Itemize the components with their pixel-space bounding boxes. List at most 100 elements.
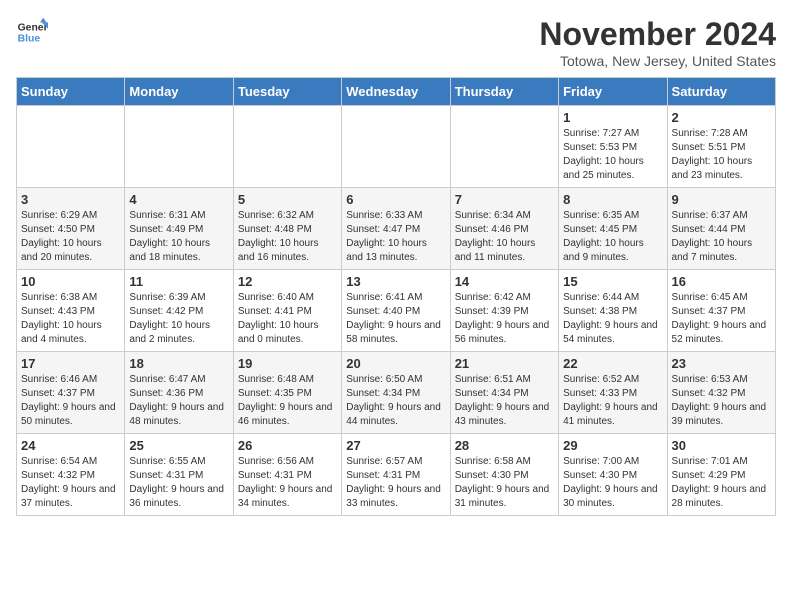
day-cell: 21 Sunrise: 6:51 AM Sunset: 4:34 PM Dayli… [450,352,558,434]
day-number: 3 [21,192,120,207]
week-row-4: 17Sunrise: 6:46 AM Sunset: 4:37 PM Dayli… [17,352,776,434]
day-info: Sunrise: 6:54 AM Sunset: 4:32 PM Dayligh… [21,455,120,511]
day-info: Sunrise: 6:48 AM Sunset: 4:35 PM Dayligh… [238,373,337,429]
day-cell: 1 Sunrise: 7:27 AM Sunset: 5:53 PM Daylig… [559,106,667,188]
day-cell: 16Sunrise: 6:45 AM Sunset: 4:37 PM Dayli… [667,270,775,352]
day-number: 14 [455,274,554,289]
week-row-3: 10 Sunrise: 6:38 AM Sunset: 4:43 PM Dayli… [17,270,776,352]
day-cell: 20Sunrise: 6:50 AM Sunset: 4:34 PM Dayli… [342,352,450,434]
day-cell: 23 Sunrise: 6:53 AM Sunset: 4:32 PM Dayli… [667,352,775,434]
day-number: 15 [563,274,662,289]
day-cell: 12 Sunrise: 6:40 AM Sunset: 4:41 PM Dayli… [233,270,341,352]
day-cell: 10 Sunrise: 6:38 AM Sunset: 4:43 PM Dayli… [17,270,125,352]
day-info: Sunrise: 6:47 AM Sunset: 4:36 PM Dayligh… [129,373,228,429]
day-number: 19 [238,356,337,371]
day-cell [450,106,558,188]
day-info: Sunrise: 7:28 AM Sunset: 5:51 PM Dayligh… [672,127,771,183]
day-cell: 4Sunrise: 6:31 AM Sunset: 4:49 PM Daylig… [125,188,233,270]
day-cell [125,106,233,188]
day-number: 30 [672,438,771,453]
day-info: Sunrise: 6:33 AM Sunset: 4:47 PM Dayligh… [346,209,445,265]
day-number: 12 [238,274,337,289]
day-number: 18 [129,356,228,371]
day-info: Sunrise: 6:51 AM Sunset: 4:34 PM Dayligh… [455,373,554,429]
day-info: Sunrise: 6:40 AM Sunset: 4:41 PM Dayligh… [238,291,337,347]
day-info: Sunrise: 6:29 AM Sunset: 4:50 PM Dayligh… [21,209,120,265]
column-header-wednesday: Wednesday [342,78,450,106]
day-cell: 28Sunrise: 6:58 AM Sunset: 4:30 PM Dayli… [450,434,558,516]
day-info: Sunrise: 7:27 AM Sunset: 5:53 PM Dayligh… [563,127,662,183]
day-cell: 18 Sunrise: 6:47 AM Sunset: 4:36 PM Dayli… [125,352,233,434]
day-info: Sunrise: 6:35 AM Sunset: 4:45 PM Dayligh… [563,209,662,265]
day-cell: 29Sunrise: 7:00 AM Sunset: 4:30 PM Dayli… [559,434,667,516]
title-section: November 2024 Totowa, New Jersey, United… [539,16,776,69]
day-info: Sunrise: 6:52 AM Sunset: 4:33 PM Dayligh… [563,373,662,429]
column-header-sunday: Sunday [17,78,125,106]
day-number: 2 [672,110,771,125]
day-number: 25 [129,438,228,453]
day-number: 6 [346,192,445,207]
day-info: Sunrise: 6:53 AM Sunset: 4:32 PM Dayligh… [672,373,771,429]
day-cell: 2 Sunrise: 7:28 AM Sunset: 5:51 PM Daylig… [667,106,775,188]
day-info: Sunrise: 6:57 AM Sunset: 4:31 PM Dayligh… [346,455,445,511]
day-cell: 13Sunrise: 6:41 AM Sunset: 4:40 PM Dayli… [342,270,450,352]
day-number: 27 [346,438,445,453]
day-number: 8 [563,192,662,207]
day-number: 24 [21,438,120,453]
header-row: SundayMondayTuesdayWednesdayThursdayFrid… [17,78,776,106]
day-info: Sunrise: 6:55 AM Sunset: 4:31 PM Dayligh… [129,455,228,511]
day-info: Sunrise: 6:32 AM Sunset: 4:48 PM Dayligh… [238,209,337,265]
day-cell: 22Sunrise: 6:52 AM Sunset: 4:33 PM Dayli… [559,352,667,434]
day-cell: 30 Sunrise: 7:01 AM Sunset: 4:29 PM Dayli… [667,434,775,516]
day-info: Sunrise: 7:01 AM Sunset: 4:29 PM Dayligh… [672,455,771,511]
day-number: 5 [238,192,337,207]
day-cell: 15 Sunrise: 6:44 AM Sunset: 4:38 PM Dayli… [559,270,667,352]
day-number: 1 [563,110,662,125]
day-cell: 25 Sunrise: 6:55 AM Sunset: 4:31 PM Dayli… [125,434,233,516]
week-row-5: 24 Sunrise: 6:54 AM Sunset: 4:32 PM Dayli… [17,434,776,516]
day-number: 10 [21,274,120,289]
day-number: 4 [129,192,228,207]
svg-text:Blue: Blue [18,34,41,45]
day-number: 16 [672,274,771,289]
logo-icon: General Blue [16,16,48,48]
day-cell: 7 Sunrise: 6:34 AM Sunset: 4:46 PM Daylig… [450,188,558,270]
day-cell: 6 Sunrise: 6:33 AM Sunset: 4:47 PM Daylig… [342,188,450,270]
week-row-2: 3 Sunrise: 6:29 AM Sunset: 4:50 PM Daylig… [17,188,776,270]
day-number: 7 [455,192,554,207]
day-info: Sunrise: 6:34 AM Sunset: 4:46 PM Dayligh… [455,209,554,265]
column-header-tuesday: Tuesday [233,78,341,106]
day-number: 21 [455,356,554,371]
day-info: Sunrise: 6:37 AM Sunset: 4:44 PM Dayligh… [672,209,771,265]
day-cell: 3 Sunrise: 6:29 AM Sunset: 4:50 PM Daylig… [17,188,125,270]
day-cell: 17Sunrise: 6:46 AM Sunset: 4:37 PM Dayli… [17,352,125,434]
day-cell: 14 Sunrise: 6:42 AM Sunset: 4:39 PM Dayli… [450,270,558,352]
location-title: Totowa, New Jersey, United States [539,53,776,69]
day-info: Sunrise: 6:44 AM Sunset: 4:38 PM Dayligh… [563,291,662,347]
day-cell: 11 Sunrise: 6:39 AM Sunset: 4:42 PM Dayli… [125,270,233,352]
day-cell: 27 Sunrise: 6:57 AM Sunset: 4:31 PM Dayli… [342,434,450,516]
header: General Blue November 2024 Totowa, New J… [16,16,776,69]
day-info: Sunrise: 6:39 AM Sunset: 4:42 PM Dayligh… [129,291,228,347]
day-info: Sunrise: 7:00 AM Sunset: 4:30 PM Dayligh… [563,455,662,511]
logo: General Blue [16,16,48,48]
day-number: 23 [672,356,771,371]
day-cell [17,106,125,188]
day-number: 9 [672,192,771,207]
day-number: 20 [346,356,445,371]
week-row-1: 1 Sunrise: 7:27 AM Sunset: 5:53 PM Daylig… [17,106,776,188]
day-info: Sunrise: 6:46 AM Sunset: 4:37 PM Dayligh… [21,373,120,429]
day-info: Sunrise: 6:42 AM Sunset: 4:39 PM Dayligh… [455,291,554,347]
column-header-saturday: Saturday [667,78,775,106]
column-header-friday: Friday [559,78,667,106]
calendar-table: SundayMondayTuesdayWednesdayThursdayFrid… [16,77,776,516]
day-cell: 26Sunrise: 6:56 AM Sunset: 4:31 PM Dayli… [233,434,341,516]
day-cell: 9 Sunrise: 6:37 AM Sunset: 4:44 PM Daylig… [667,188,775,270]
day-number: 28 [455,438,554,453]
day-cell [233,106,341,188]
day-number: 11 [129,274,228,289]
day-number: 13 [346,274,445,289]
day-info: Sunrise: 6:38 AM Sunset: 4:43 PM Dayligh… [21,291,120,347]
month-title: November 2024 [539,16,776,53]
day-cell: 8 Sunrise: 6:35 AM Sunset: 4:45 PM Daylig… [559,188,667,270]
